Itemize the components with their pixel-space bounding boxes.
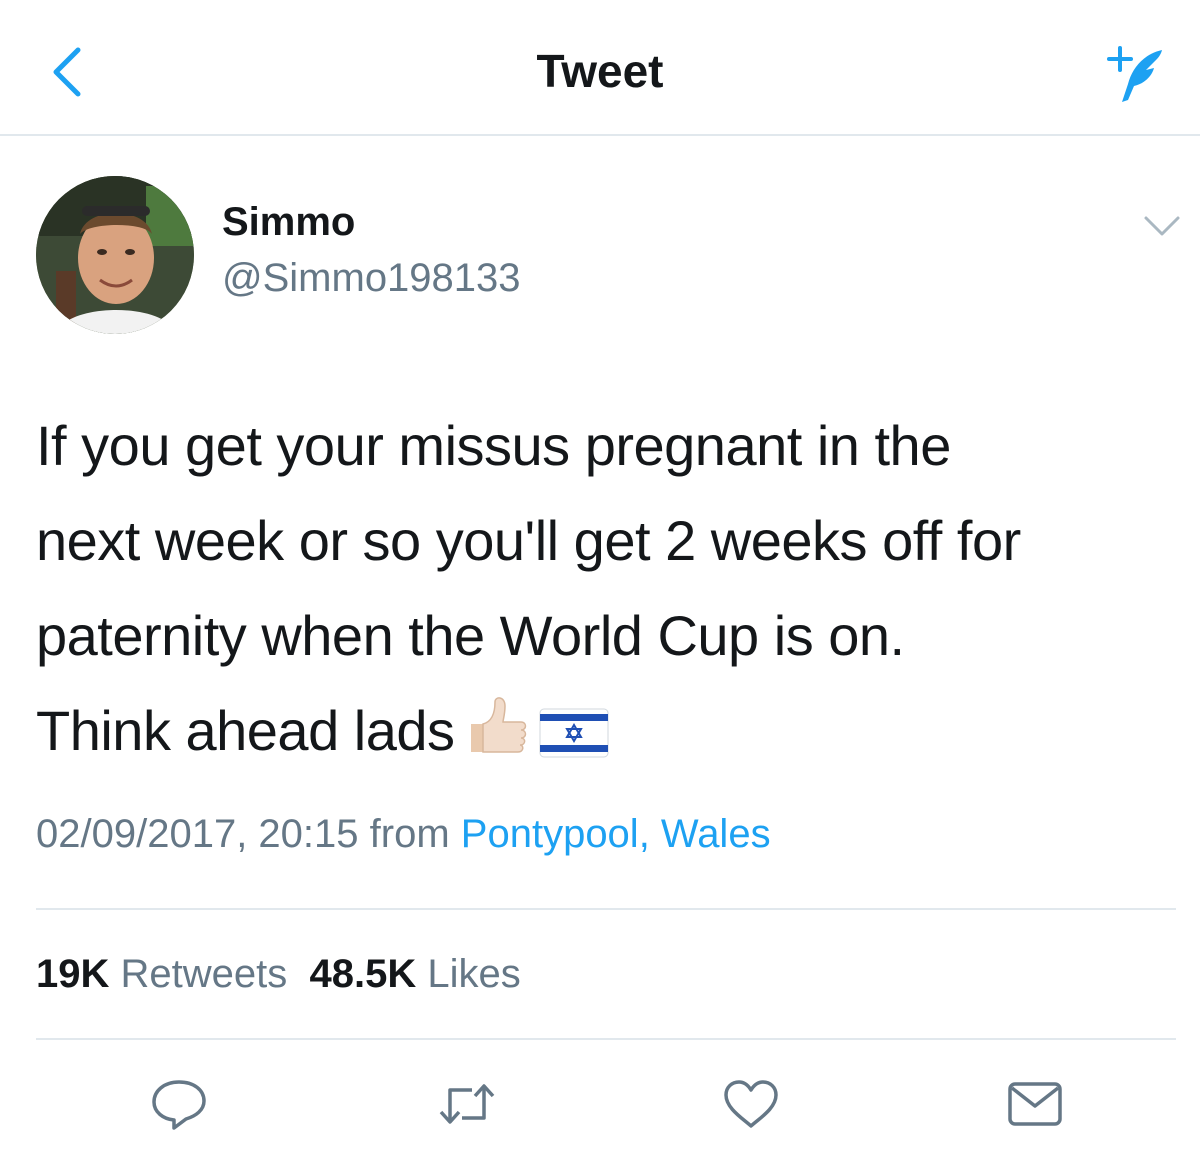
likes-label: Likes xyxy=(427,952,521,996)
reply-button[interactable] xyxy=(150,1078,208,1130)
author-handle[interactable]: @Simmo198133 xyxy=(222,256,521,301)
thumbs-up-emoji-icon xyxy=(465,691,529,786)
retweets-count: 19K xyxy=(36,952,110,996)
tweet-location-link[interactable]: Pontypool, Wales xyxy=(461,812,771,856)
tweet-text-line: If you get your missus pregnant in the xyxy=(36,414,951,477)
from-label: from xyxy=(369,812,450,856)
profile-photo xyxy=(36,176,194,334)
divider xyxy=(36,908,1176,910)
tweet-text-line: paternity when the World Cup is on. xyxy=(36,604,905,667)
retweet-icon xyxy=(439,1084,495,1124)
author-name[interactable]: Simmo xyxy=(222,200,355,245)
more-options-button[interactable] xyxy=(1140,212,1184,240)
retweet-button[interactable] xyxy=(438,1078,496,1130)
chevron-down-icon xyxy=(1144,216,1180,236)
retweets-label: Retweets xyxy=(120,952,288,996)
likes-count: 48.5K xyxy=(309,952,417,996)
tweet-text-line: next week or so you'll get 2 weeks off f… xyxy=(36,509,1021,572)
mail-icon xyxy=(1008,1082,1062,1126)
like-button[interactable] xyxy=(722,1078,780,1130)
tweet-stats: 19K Retweets 48.5K Likes xyxy=(36,952,521,997)
israel-flag-emoji-icon xyxy=(539,691,609,786)
page-title: Tweet xyxy=(536,45,664,97)
compose-tweet-button[interactable] xyxy=(1106,40,1166,106)
heart-icon xyxy=(724,1080,778,1128)
navigation-bar: Tweet xyxy=(0,0,1200,136)
reply-icon xyxy=(152,1080,206,1130)
compose-quill-icon xyxy=(1107,46,1162,102)
avatar[interactable] xyxy=(36,176,194,334)
tweet-text-line: Think ahead lads xyxy=(36,699,455,762)
tweet-text: If you get your missus pregnant in the n… xyxy=(36,398,1186,786)
tweet-timestamp: 02/09/2017, 20:15 xyxy=(36,812,359,856)
retweets-stat[interactable]: 19K Retweets xyxy=(36,952,287,996)
tweet-text-line-last: Think ahead lads xyxy=(36,683,1186,786)
share-button[interactable] xyxy=(1006,1078,1064,1130)
likes-stat[interactable]: 48.5K Likes xyxy=(310,952,521,996)
divider xyxy=(36,1038,1176,1040)
tweet-meta: 02/09/2017, 20:15 from Pontypool, Wales xyxy=(36,812,771,857)
